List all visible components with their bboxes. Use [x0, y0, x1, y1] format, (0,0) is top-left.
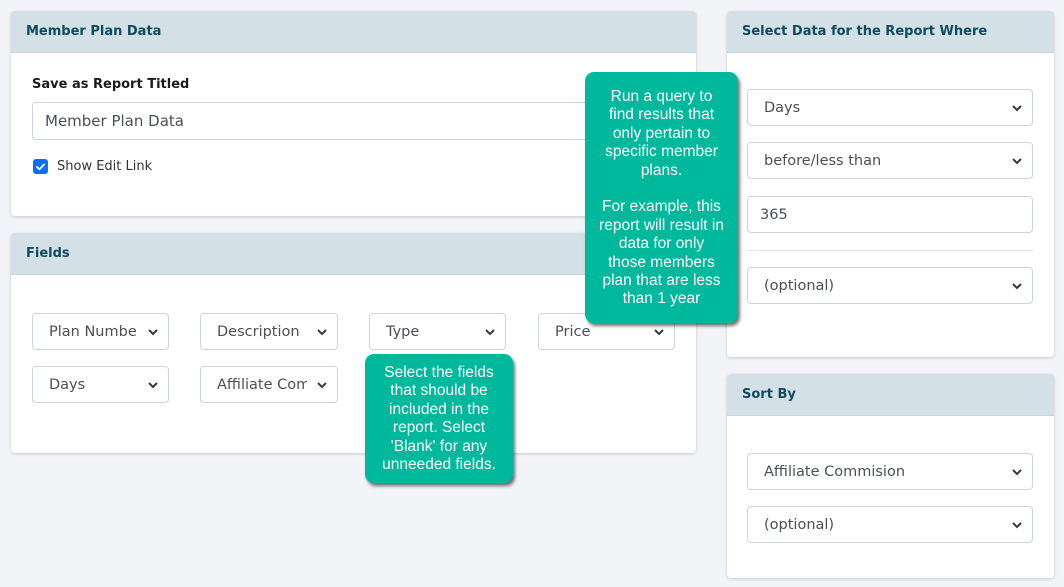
field-select-6[interactable]: Affiliate Com [200, 366, 338, 403]
filter-field-select[interactable]: Days [747, 89, 1033, 126]
field-select-2[interactable]: Description [200, 313, 338, 350]
chevron-down-icon [148, 381, 158, 388]
sort-secondary-select[interactable]: (optional) [747, 506, 1033, 543]
sort-card-header: Sort By [727, 374, 1054, 416]
report-title-label: Save as Report Titled [32, 77, 190, 92]
query-hint-tooltip: Run a query to find results that only pe… [585, 72, 738, 323]
field-select-3[interactable]: Type [369, 313, 506, 350]
chevron-down-icon [654, 328, 664, 335]
chevron-down-icon [1012, 157, 1022, 164]
chevron-down-icon [317, 328, 327, 335]
filter-operator-select-value: before/less than [764, 152, 882, 169]
chevron-down-icon [1012, 521, 1022, 528]
sort-secondary-select-value: (optional) [764, 516, 835, 533]
field-select-6-value: Affiliate Com [217, 376, 307, 393]
filter-operator-select[interactable]: before/less than [747, 142, 1033, 179]
field-select-2-value: Description [217, 323, 300, 340]
field-select-3-value: Type [386, 323, 420, 340]
sort-primary-select[interactable]: Affiliate Commision [747, 453, 1033, 490]
filter-extra-select-value: (optional) [764, 277, 835, 294]
filter-value-input[interactable]: 365 [747, 196, 1033, 233]
member-plan-card-header: Member Plan Data [11, 11, 696, 53]
chevron-down-icon [148, 328, 158, 335]
sort-card: Sort By Affiliate Commision (optional) [727, 374, 1054, 578]
show-edit-link-label: Show Edit Link [57, 159, 153, 174]
field-select-5[interactable]: Days [32, 366, 169, 403]
fields-hint-tooltip: Select the fields that should be include… [365, 354, 513, 483]
filter-divider [747, 250, 1033, 251]
sort-primary-select-value: Affiliate Commision [764, 463, 906, 480]
field-select-1[interactable]: Plan Number [32, 313, 169, 350]
chevron-down-icon [317, 381, 327, 388]
field-select-1-value: Plan Number [49, 323, 138, 340]
show-edit-link-checkbox[interactable] [33, 159, 48, 174]
filter-card: Select Data for the Report Where Days be… [727, 11, 1054, 357]
chevron-down-icon [485, 328, 495, 335]
field-select-4-value: Price [555, 323, 591, 340]
chevron-down-icon [1012, 282, 1022, 289]
chevron-down-icon [1012, 104, 1022, 111]
checkmark-icon [36, 163, 45, 170]
filter-extra-select[interactable]: (optional) [747, 267, 1033, 304]
chevron-down-icon [1012, 468, 1022, 475]
show-edit-link-checkbox-row[interactable]: Show Edit Link [33, 159, 152, 174]
filter-card-header: Select Data for the Report Where [727, 11, 1054, 53]
filter-field-select-value: Days [764, 99, 801, 116]
field-select-5-value: Days [49, 376, 86, 393]
